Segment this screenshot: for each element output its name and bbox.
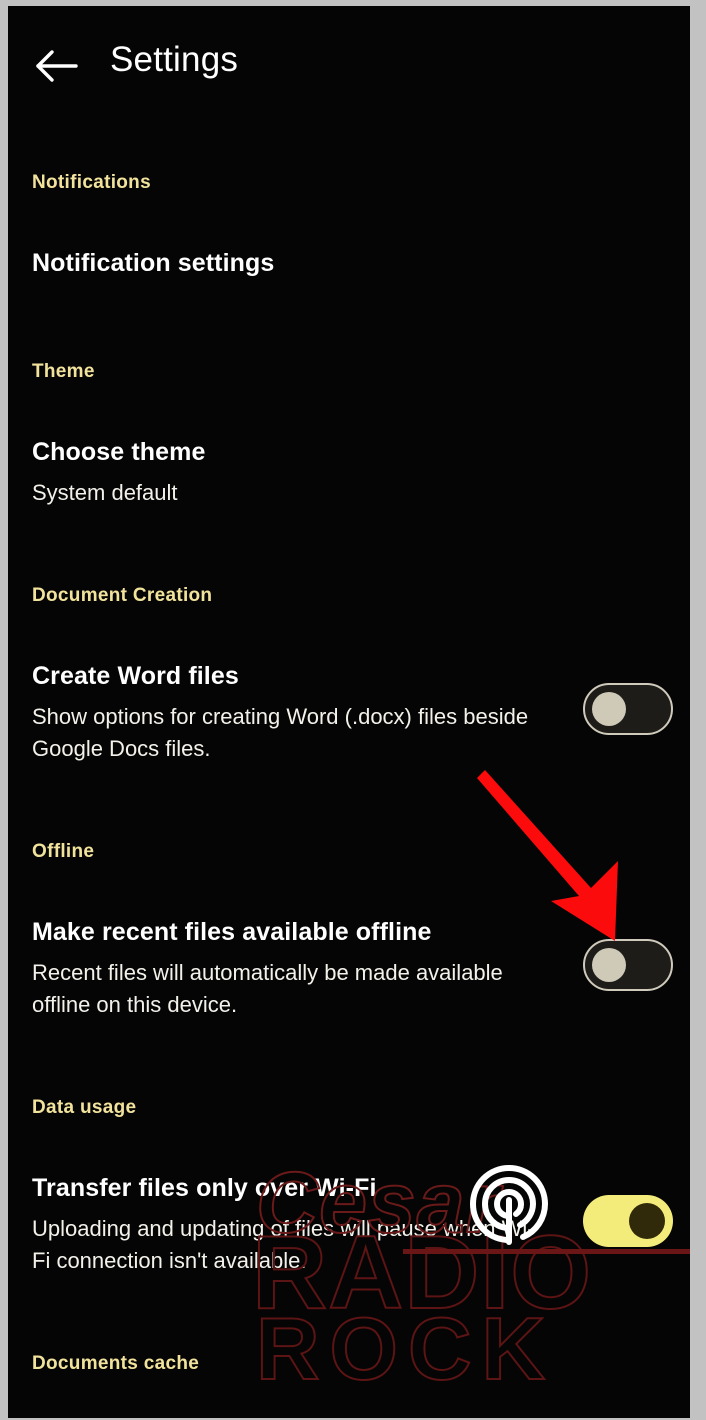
row-create-word-files-description: Show options for creating Word (.docx) f…: [32, 704, 529, 761]
transfer-files-wifi-toggle[interactable]: [583, 1195, 673, 1247]
section-header-offline: Offline: [32, 841, 95, 862]
radio-waves-icon: [463, 1158, 555, 1250]
toggle-knob: [629, 1203, 665, 1239]
annotation-arrow-icon: [463, 756, 643, 956]
row-notification-settings[interactable]: Notification settings: [32, 249, 274, 278]
app-bar: Settings: [8, 6, 690, 126]
row-make-recent-files-offline-description: Recent files will automatically be made …: [32, 960, 503, 1017]
page-title: Settings: [110, 40, 239, 79]
section-header-data-usage: Data usage: [32, 1097, 137, 1118]
back-arrow-icon[interactable]: [34, 44, 82, 88]
row-make-recent-files-offline[interactable]: Make recent files available offline: [32, 918, 432, 947]
create-word-files-toggle[interactable]: [583, 683, 673, 735]
row-choose-theme-value: System default: [32, 480, 178, 505]
row-choose-theme[interactable]: Choose theme: [32, 438, 205, 467]
watermark-line-3: ROCK: [255, 1298, 556, 1399]
offline-toggle[interactable]: [583, 939, 673, 991]
row-create-word-files[interactable]: Create Word files: [32, 662, 239, 691]
section-header-documents-cache: Documents cache: [32, 1353, 200, 1374]
section-header-theme: Theme: [32, 361, 95, 382]
screenshot-frame: Settings Notifications Notification sett…: [0, 0, 706, 1420]
phone-screen: Settings Notifications Notification sett…: [8, 6, 690, 1418]
row-transfer-files-wifi[interactable]: Transfer files only over Wi-Fi: [32, 1174, 377, 1203]
toggle-knob: [592, 948, 626, 982]
section-header-notifications: Notifications: [32, 172, 151, 193]
section-header-document-creation: Document Creation: [32, 585, 213, 606]
toggle-knob: [592, 692, 626, 726]
